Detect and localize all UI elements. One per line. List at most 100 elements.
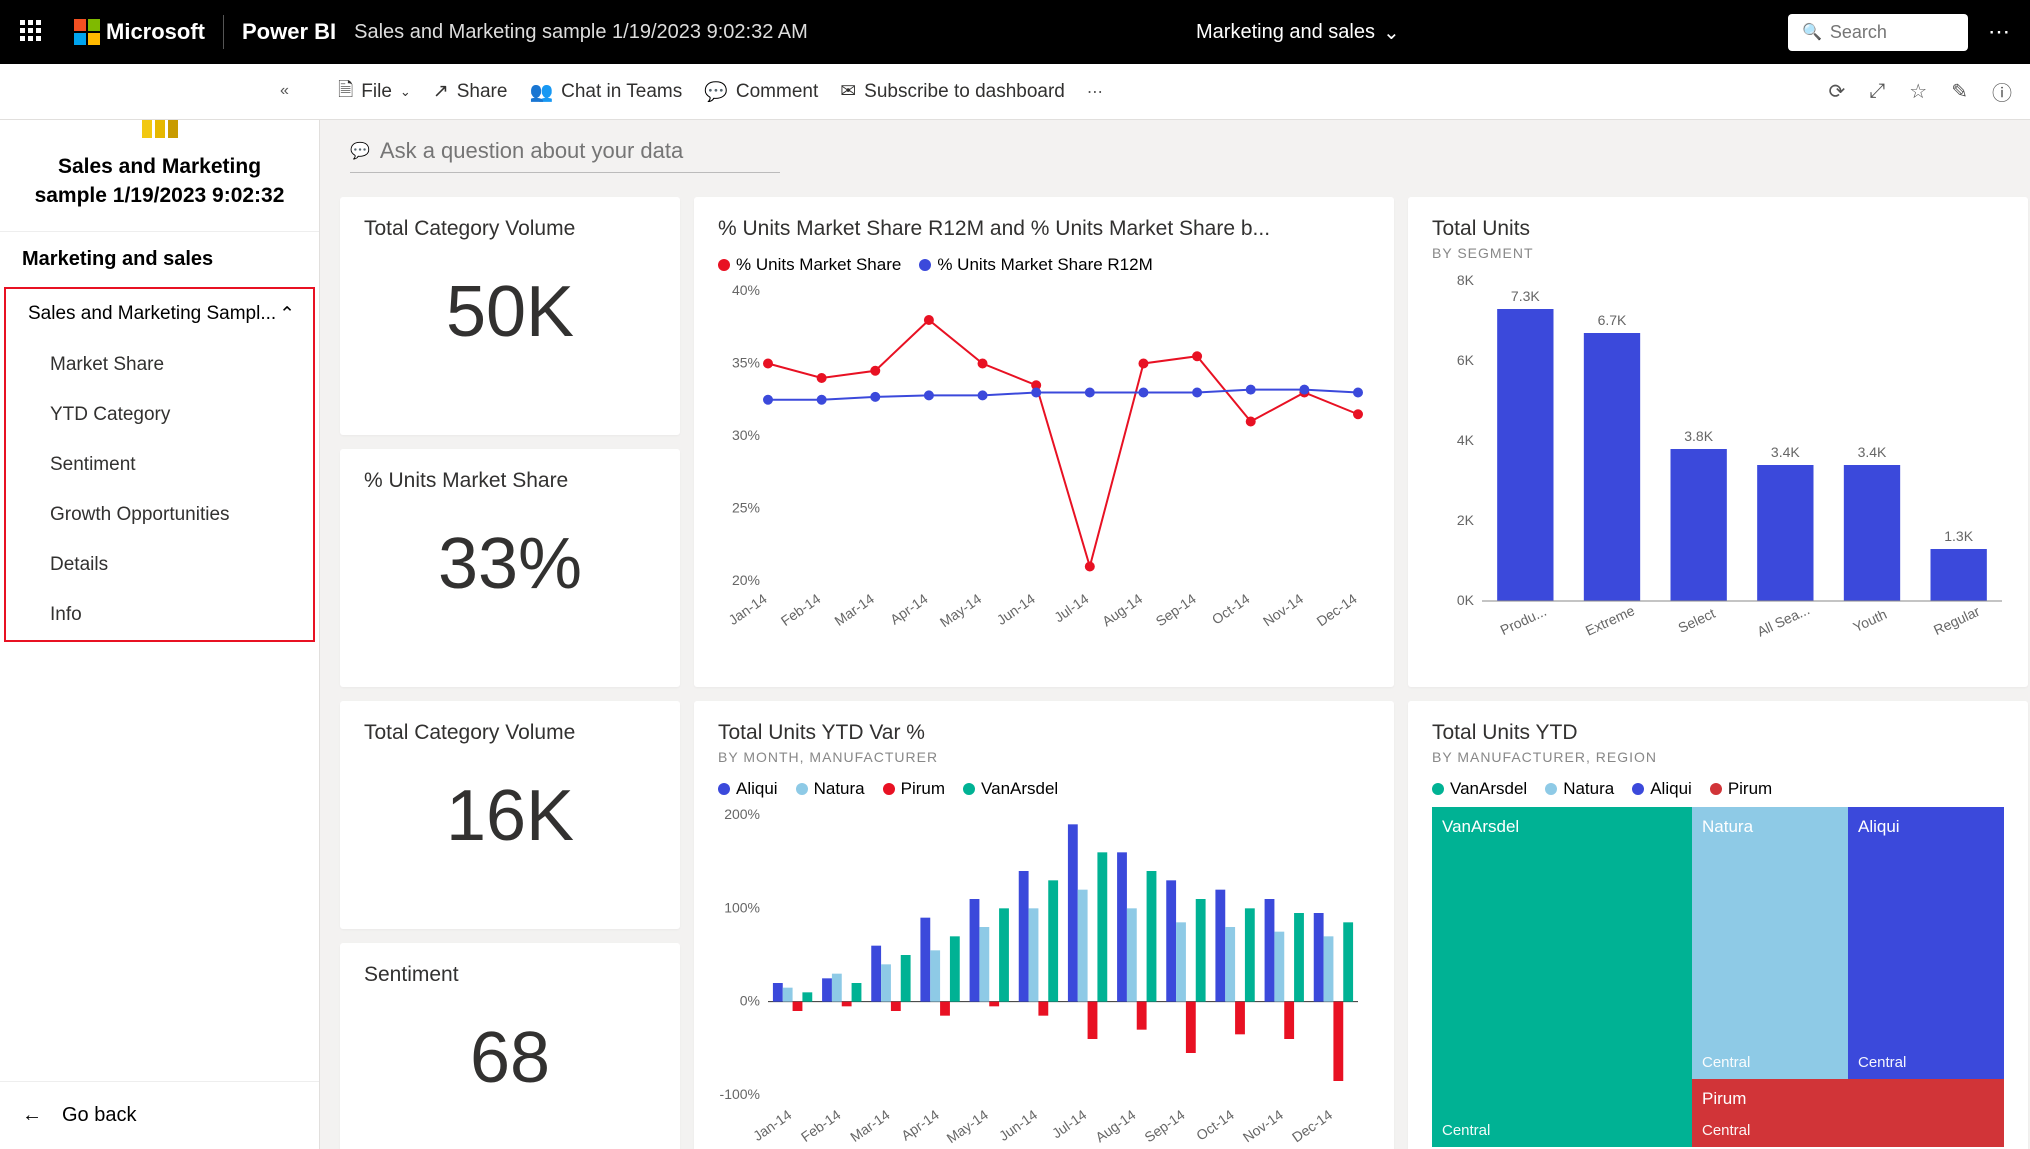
tile-title: Total Category Volume: [364, 217, 656, 241]
collapse-sidebar-icon[interactable]: «: [280, 82, 289, 100]
go-back-button[interactable]: ← Go back: [0, 1081, 319, 1149]
toolbar-more-icon[interactable]: ⋯: [1087, 82, 1103, 102]
svg-text:20%: 20%: [732, 572, 760, 588]
svg-text:-100%: -100%: [720, 1086, 760, 1102]
svg-text:Oct-14: Oct-14: [1209, 590, 1253, 627]
svg-text:7.3K: 7.3K: [1511, 288, 1540, 304]
microsoft-logo: Microsoft: [74, 19, 205, 45]
chevron-down-icon: ⌄: [400, 84, 411, 100]
search-field[interactable]: [1830, 22, 1954, 43]
svg-text:35%: 35%: [732, 355, 760, 371]
svg-text:2K: 2K: [1457, 512, 1475, 528]
svg-text:Youth: Youth: [1851, 606, 1890, 635]
svg-text:Apr-14: Apr-14: [887, 590, 931, 627]
refresh-icon[interactable]: ⟳: [1829, 79, 1846, 104]
page-market-share[interactable]: Market Share: [6, 340, 313, 390]
tile-subtitle: BY MANUFACTURER, REGION: [1432, 749, 2004, 765]
treemap-cell-aliqui[interactable]: Aliqui Central: [1848, 807, 2004, 1079]
svg-text:3.4K: 3.4K: [1858, 444, 1887, 460]
sidebar-section-label[interactable]: Marketing and sales: [0, 231, 319, 287]
svg-text:Regular: Regular: [1931, 603, 1983, 638]
search-icon: 🔍: [1802, 22, 1822, 42]
fullscreen-icon[interactable]: ⤢: [1869, 80, 1885, 103]
dashboard-switcher-label: Marketing and sales: [1196, 21, 1375, 44]
page-growth[interactable]: Growth Opportunities: [6, 490, 313, 540]
svg-text:Feb-14: Feb-14: [778, 590, 824, 629]
tile-title: Total Units: [1432, 217, 2004, 241]
svg-text:4K: 4K: [1457, 432, 1475, 448]
svg-text:Apr-14: Apr-14: [898, 1106, 942, 1143]
tile-subtitle: BY SEGMENT: [1432, 245, 2004, 261]
chevron-up-icon: ⌃: [279, 303, 295, 326]
svg-text:0%: 0%: [740, 993, 760, 1009]
app-launcher-icon[interactable]: [20, 20, 44, 44]
search-input[interactable]: 🔍: [1788, 14, 1968, 51]
tile-market-share-line[interactable]: % Units Market Share R12M and % Units Ma…: [694, 197, 1394, 687]
comment-icon: 💬: [704, 80, 728, 104]
tile-title: Sentiment: [364, 963, 656, 987]
microsoft-label: Microsoft: [106, 19, 205, 45]
svg-text:Sep-14: Sep-14: [1153, 590, 1199, 629]
file-menu[interactable]: 🗎 File ⌄: [338, 76, 411, 108]
tile-total-category-volume-50k[interactable]: Total Category Volume 50K: [340, 197, 680, 435]
qna-bar: 💬: [320, 120, 2030, 183]
svg-text:3.8K: 3.8K: [1684, 428, 1713, 444]
svg-text:6K: 6K: [1457, 352, 1475, 368]
svg-text:Mar-14: Mar-14: [847, 1106, 893, 1145]
page-sentiment[interactable]: Sentiment: [6, 440, 313, 490]
qna-field[interactable]: [380, 138, 780, 164]
svg-text:25%: 25%: [732, 500, 760, 516]
svg-text:May-14: May-14: [944, 1106, 992, 1145]
svg-text:Jan-14: Jan-14: [750, 1106, 794, 1144]
svg-text:Produ...: Produ...: [1498, 603, 1549, 638]
treemap-cell-pirum[interactable]: Pirum Central: [1692, 1079, 2004, 1147]
chat-teams-button[interactable]: 👥 Chat in Teams: [529, 80, 682, 104]
report-expand[interactable]: Sales and Marketing Sampl... ⌃: [6, 289, 313, 340]
legend: Aliqui Natura Pirum VanArsdel: [718, 779, 1370, 799]
share-icon: ↗: [433, 80, 449, 103]
treemap-cell-natura[interactable]: Natura Central: [1692, 807, 1848, 1079]
qna-input[interactable]: 💬: [350, 138, 780, 173]
report-name: Sales and Marketing Sampl...: [28, 303, 276, 325]
tile-value: 33%: [364, 523, 656, 605]
header-divider: [223, 15, 224, 49]
file-icon: 🗎: [338, 76, 353, 108]
tile-units-market-share[interactable]: % Units Market Share 33%: [340, 449, 680, 687]
favorite-icon[interactable]: ☆: [1909, 79, 1927, 104]
svg-text:Dec-14: Dec-14: [1314, 590, 1360, 629]
tile-subtitle: BY MONTH, MANUFACTURER: [718, 749, 1370, 765]
info-icon[interactable]: ⓘ: [1992, 77, 2012, 106]
tile-value: 50K: [364, 271, 656, 353]
tile-sentiment[interactable]: Sentiment 68: [340, 943, 680, 1149]
page-details[interactable]: Details: [6, 540, 313, 590]
tile-ytd-var[interactable]: Total Units YTD Var % BY MONTH, MANUFACT…: [694, 701, 1394, 1149]
nav-sidebar: Sales and Marketing sample 1/19/2023 9:0…: [0, 64, 320, 1149]
legend: % Units Market Share % Units Market Shar…: [718, 255, 1370, 275]
edit-icon[interactable]: ✎: [1951, 79, 1968, 104]
tile-value: 68: [364, 1017, 656, 1099]
action-toolbar: « 🗎 File ⌄ ↗ Share 👥 Chat in Teams 💬 Com…: [0, 64, 2030, 120]
svg-text:Jul-14: Jul-14: [1049, 1106, 1090, 1141]
report-pages-highlight: Sales and Marketing Sampl... ⌃ Market Sh…: [4, 287, 315, 642]
tile-title: % Units Market Share: [364, 469, 656, 493]
page-ytd-category[interactable]: YTD Category: [6, 390, 313, 440]
share-button[interactable]: ↗ Share: [433, 80, 508, 103]
treemap-cell-vanarsdel[interactable]: VanArsdel Central: [1432, 807, 1692, 1147]
svg-text:200%: 200%: [724, 806, 760, 822]
tile-total-category-volume-16k[interactable]: Total Category Volume 16K: [340, 701, 680, 929]
chat-bubble-icon: 💬: [350, 141, 370, 161]
grouped-bar-svg: -100%0%100%200%Jan-14Feb-14Mar-14Apr-14M…: [718, 805, 1368, 1145]
subscribe-button[interactable]: ✉ Subscribe to dashboard: [840, 80, 1065, 103]
dashboard-switcher[interactable]: Marketing and sales ⌄: [1196, 20, 1400, 45]
back-arrow-icon: ←: [22, 1104, 42, 1127]
comment-button[interactable]: 💬 Comment: [704, 80, 818, 104]
more-menu-icon[interactable]: ⋯: [1988, 19, 2010, 45]
svg-text:30%: 30%: [732, 427, 760, 443]
tile-title: Total Category Volume: [364, 721, 656, 745]
page-info[interactable]: Info: [6, 590, 313, 640]
tile-title: Total Units YTD Var %: [718, 721, 1370, 745]
tile-total-units-segment[interactable]: Total Units BY SEGMENT 0K2K4K6K8K7.3KPro…: [1408, 197, 2028, 687]
tile-treemap[interactable]: Total Units YTD BY MANUFACTURER, REGION …: [1408, 701, 2028, 1149]
svg-text:Nov-14: Nov-14: [1260, 590, 1306, 629]
svg-text:Select: Select: [1676, 605, 1718, 636]
